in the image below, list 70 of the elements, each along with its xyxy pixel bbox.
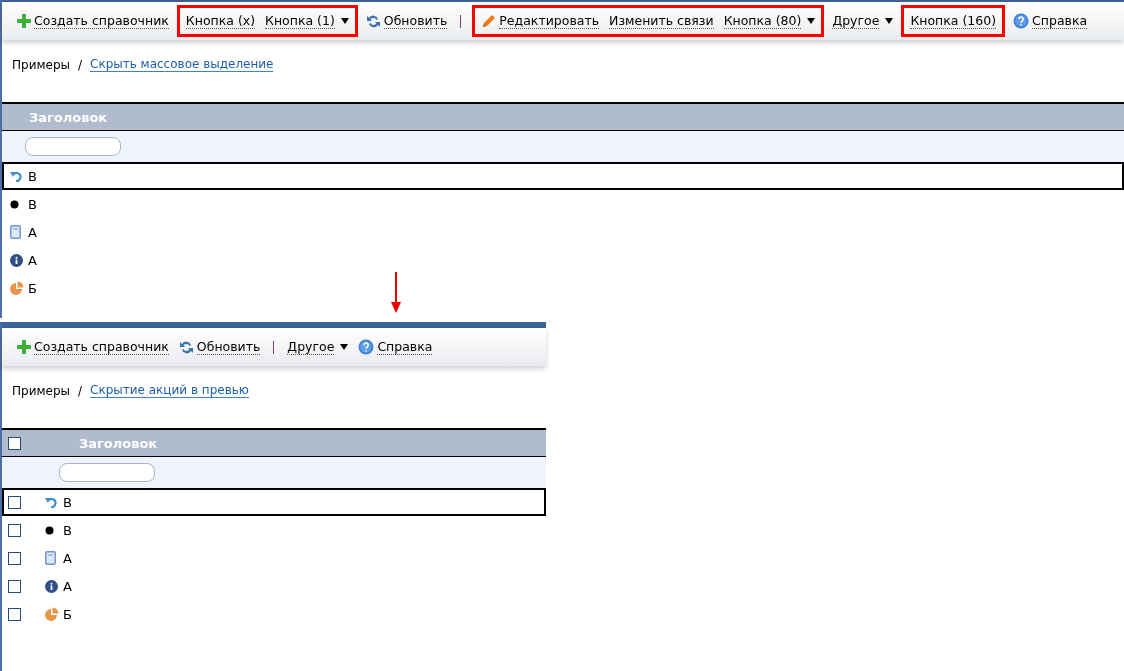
checkbox[interactable] — [8, 579, 21, 593]
table-row[interactable]: А — [2, 544, 546, 572]
row-title: А — [63, 550, 72, 566]
breadcrumb-link[interactable]: Скрытие акций в превью — [90, 383, 249, 398]
toolbar-button[interactable]: Другое — [827, 13, 899, 29]
toolbar-button[interactable]: Создать справочник — [12, 13, 174, 29]
table-row[interactable]: Б — [2, 600, 546, 628]
caret-icon — [340, 18, 349, 24]
checkbox[interactable] — [8, 523, 21, 537]
breadcrumb-separator: / — [77, 57, 82, 72]
table-row[interactable]: В — [2, 162, 1124, 190]
row-title: В — [28, 196, 37, 212]
checkbox[interactable] — [8, 436, 21, 450]
toolbar-button[interactable]: Справка — [1008, 13, 1093, 29]
breadcrumb-separator: / — [77, 383, 82, 398]
caret-icon — [807, 18, 816, 24]
row-title: В — [63, 522, 72, 538]
row-title: В — [28, 168, 37, 184]
dot-icon — [10, 199, 19, 209]
table-row[interactable]: Б — [2, 274, 1124, 302]
table-row[interactable]: А — [2, 246, 1124, 274]
caret-icon — [340, 344, 349, 350]
toolbar-button[interactable]: Справка — [353, 339, 438, 355]
undo-icon — [45, 496, 58, 508]
toolbar-button[interactable]: Обновить — [360, 13, 453, 29]
table-row[interactable]: А — [2, 218, 1124, 246]
toolbar-button[interactable]: Создать справочник — [12, 339, 174, 355]
info-icon — [45, 579, 58, 593]
pie-chart-icon — [10, 281, 24, 295]
caret-icon — [885, 18, 894, 24]
table-row[interactable]: В — [2, 488, 546, 516]
table-row[interactable]: А — [2, 572, 546, 600]
row-title: А — [28, 252, 37, 268]
help-icon — [1013, 13, 1030, 29]
refresh-icon — [365, 13, 381, 29]
toolbar-button[interactable]: Редактировать — [476, 13, 605, 29]
toolbar-button[interactable]: Кнопка (80) — [718, 13, 821, 29]
toolbar-button[interactable]: Кнопка (1) — [260, 13, 354, 29]
plus-icon — [17, 14, 31, 28]
refresh-icon — [178, 339, 194, 355]
table-row[interactable]: В — [2, 190, 1124, 218]
row-title: А — [28, 224, 37, 240]
toolbar-button[interactable]: Другое — [282, 339, 354, 355]
row-title: Б — [28, 280, 37, 296]
toolbar-button[interactable]: Изменить связи — [604, 13, 719, 29]
pencil-icon — [481, 13, 497, 29]
arrow-icon — [390, 272, 402, 314]
table-row[interactable]: В — [2, 516, 546, 544]
row-title: В — [63, 494, 72, 510]
filter-field[interactable] — [59, 463, 155, 482]
row-title: Б — [63, 606, 72, 622]
undo-icon — [10, 170, 23, 182]
dot-icon — [45, 525, 54, 535]
checkbox[interactable] — [8, 495, 21, 509]
breadcrumb-item: Примеры — [12, 57, 70, 72]
toolbar-button[interactable]: Кнопка (x) — [180, 13, 261, 29]
help-icon — [358, 339, 375, 355]
document-icon — [45, 551, 56, 565]
row-title: А — [63, 578, 72, 594]
breadcrumb-item: Примеры — [12, 383, 70, 398]
document-icon — [10, 225, 21, 239]
info-icon — [10, 253, 23, 267]
toolbar-button[interactable]: Обновить — [173, 339, 266, 355]
breadcrumb-link[interactable]: Скрыть массовое выделение — [90, 57, 274, 72]
pie-chart-icon — [45, 607, 59, 621]
checkbox[interactable] — [8, 607, 21, 621]
toolbar-button[interactable]: Кнопка (160) — [905, 13, 1002, 29]
filter-field[interactable] — [25, 137, 121, 156]
plus-icon — [17, 340, 31, 354]
checkbox[interactable] — [8, 551, 21, 565]
